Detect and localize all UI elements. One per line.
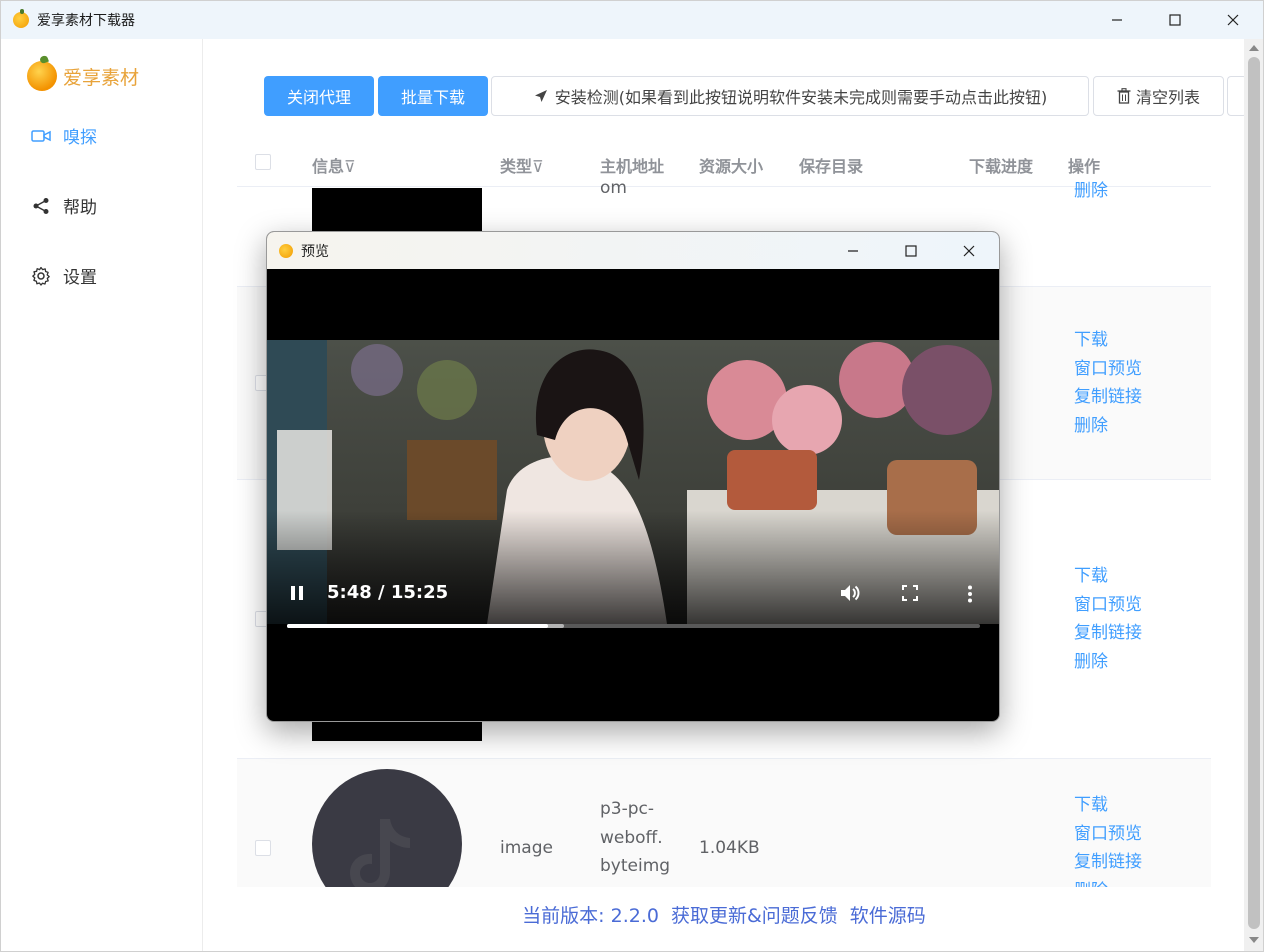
preview-close-button[interactable] — [940, 232, 998, 269]
preview-window: 预览 5:48 / 15:25 — [266, 231, 1000, 722]
install-check-button[interactable]: 安装检测(如果看到此按钮说明软件安装未完成则需要手动点击此按钮) — [491, 76, 1089, 116]
maximize-icon — [905, 244, 917, 257]
install-check-label: 安装检测(如果看到此按钮说明软件安装未完成则需要手动点击此按钮) — [554, 88, 1048, 107]
col-info[interactable]: 信息⊽ — [312, 153, 356, 177]
sidebar-item-label: 设置 — [63, 268, 97, 288]
download-link[interactable]: 下载 — [1074, 562, 1142, 591]
maximize-icon — [1169, 14, 1181, 26]
share-icon — [31, 196, 51, 216]
sidebar-item-label: 帮助 — [63, 198, 97, 218]
pause-icon — [291, 586, 303, 600]
source-code-link[interactable]: 软件源码 — [850, 901, 926, 951]
col-size: 资源大小 — [699, 157, 764, 176]
batch-download-button[interactable]: 批量下载 — [378, 76, 488, 116]
video-controls: 5:48 / 15:25 — [267, 562, 999, 642]
app-logo-icon — [279, 243, 293, 258]
volume-icon — [841, 585, 860, 601]
more-vertical-icon — [968, 585, 972, 603]
filter-icon[interactable]: ⊽ — [344, 157, 356, 176]
filter-icon[interactable]: ⊽ — [532, 157, 544, 176]
orange-logo-icon — [27, 61, 57, 91]
scrollbar-thumb[interactable] — [1248, 57, 1260, 929]
sidebar-item-settings[interactable]: 设置 — [31, 263, 97, 288]
size-cell: 1.04KB — [699, 838, 760, 858]
clear-list-button[interactable]: 清空列表 — [1093, 76, 1224, 116]
vertical-scrollbar[interactable] — [1244, 39, 1263, 951]
pause-button[interactable] — [290, 585, 304, 601]
gear-icon — [31, 266, 51, 286]
trash-icon — [1117, 88, 1131, 104]
copy-link[interactable]: 复制链接 — [1074, 848, 1142, 877]
delete-link[interactable]: 删除 — [1074, 412, 1142, 441]
copy-link[interactable]: 复制链接 — [1074, 383, 1142, 412]
send-icon — [534, 90, 547, 102]
maximize-button[interactable] — [1146, 1, 1204, 39]
sidebar-item-label: 嗅探 — [63, 128, 97, 148]
row-checkbox[interactable] — [255, 840, 271, 856]
seek-played — [287, 624, 548, 628]
update-feedback-link[interactable]: 获取更新&问题反馈 — [671, 901, 838, 951]
minimize-icon — [848, 249, 858, 252]
sidebar-item-sniff[interactable]: 嗅探 — [31, 123, 97, 148]
col-actions: 操作 — [1068, 157, 1101, 176]
app-window: 爱享素材下载器 爱享素材 嗅探 帮助 设置 关闭代理 批量下载 安装检测(如果看… — [0, 0, 1264, 952]
brand: 爱享素材 — [27, 61, 139, 91]
clear-list-label: 清空列表 — [1135, 88, 1200, 107]
close-icon — [963, 245, 975, 256]
window-preview-link[interactable]: 窗口预览 — [1074, 355, 1142, 384]
col-progress: 下载进度 — [969, 157, 1034, 176]
brand-name: 爱享素材 — [63, 66, 140, 89]
scroll-down-icon[interactable] — [1249, 937, 1259, 943]
preview-title-bar: 预览 — [267, 232, 999, 269]
window-title: 爱享素材下载器 — [37, 13, 135, 29]
footer: 当前版本: 2.2.0 获取更新&问题反馈 软件源码 — [237, 887, 1211, 951]
select-all-checkbox[interactable] — [255, 154, 271, 170]
delete-link[interactable]: 删除 — [1074, 648, 1142, 677]
title-bar: 爱享素材下载器 — [1, 1, 1263, 39]
close-button[interactable] — [1204, 1, 1262, 39]
table-header: 信息⊽ 类型⊽ 主机地址 资源大小 保存目录 下载进度 操作 — [237, 139, 1211, 187]
close-proxy-button[interactable]: 关闭代理 — [264, 76, 374, 116]
app-logo-icon — [13, 9, 29, 28]
col-save-dir: 保存目录 — [799, 157, 864, 176]
video-camera-icon — [31, 126, 51, 146]
download-link[interactable]: 下载 — [1074, 791, 1142, 820]
row-actions: 下载 窗口预览 复制链接 删除 — [1074, 326, 1142, 440]
row-actions: 下载 窗口预览 复制链接 删除 — [1074, 562, 1142, 676]
sidebar: 爱享素材 嗅探 帮助 设置 — [1, 39, 203, 951]
delete-link[interactable]: 删除 — [1074, 177, 1108, 206]
close-icon — [1227, 14, 1239, 26]
type-cell: image — [500, 838, 553, 858]
window-preview-link[interactable]: 窗口预览 — [1074, 591, 1142, 620]
table-row: image p3-pc- weboff. byteimg 1.04KB 下载 窗… — [237, 759, 1211, 919]
scroll-up-icon[interactable] — [1249, 45, 1259, 51]
volume-button[interactable] — [839, 583, 861, 607]
fullscreen-button[interactable] — [902, 585, 918, 605]
minimize-icon — [1112, 19, 1122, 21]
more-options-button[interactable] — [967, 585, 973, 607]
preview-maximize-button[interactable] — [882, 232, 940, 269]
time-display: 5:48 / 15:25 — [327, 582, 449, 603]
row-actions: 删除 — [1074, 177, 1108, 206]
download-link[interactable]: 下载 — [1074, 326, 1142, 355]
version-link[interactable]: 当前版本: 2.2.0 — [522, 901, 659, 951]
col-host: 主机地址 — [600, 157, 665, 176]
copy-link[interactable]: 复制链接 — [1074, 619, 1142, 648]
preview-title: 预览 — [301, 243, 329, 260]
sidebar-item-help[interactable]: 帮助 — [31, 193, 97, 218]
seek-bar[interactable] — [287, 624, 980, 628]
host-cell: om — [600, 178, 627, 198]
host-cell: p3-pc- weboff. byteimg — [600, 799, 671, 876]
preview-minimize-button[interactable] — [824, 232, 882, 269]
minimize-button[interactable] — [1088, 1, 1146, 39]
window-preview-link[interactable]: 窗口预览 — [1074, 820, 1142, 849]
fullscreen-icon — [902, 585, 918, 601]
col-type[interactable]: 类型⊽ — [500, 153, 544, 177]
